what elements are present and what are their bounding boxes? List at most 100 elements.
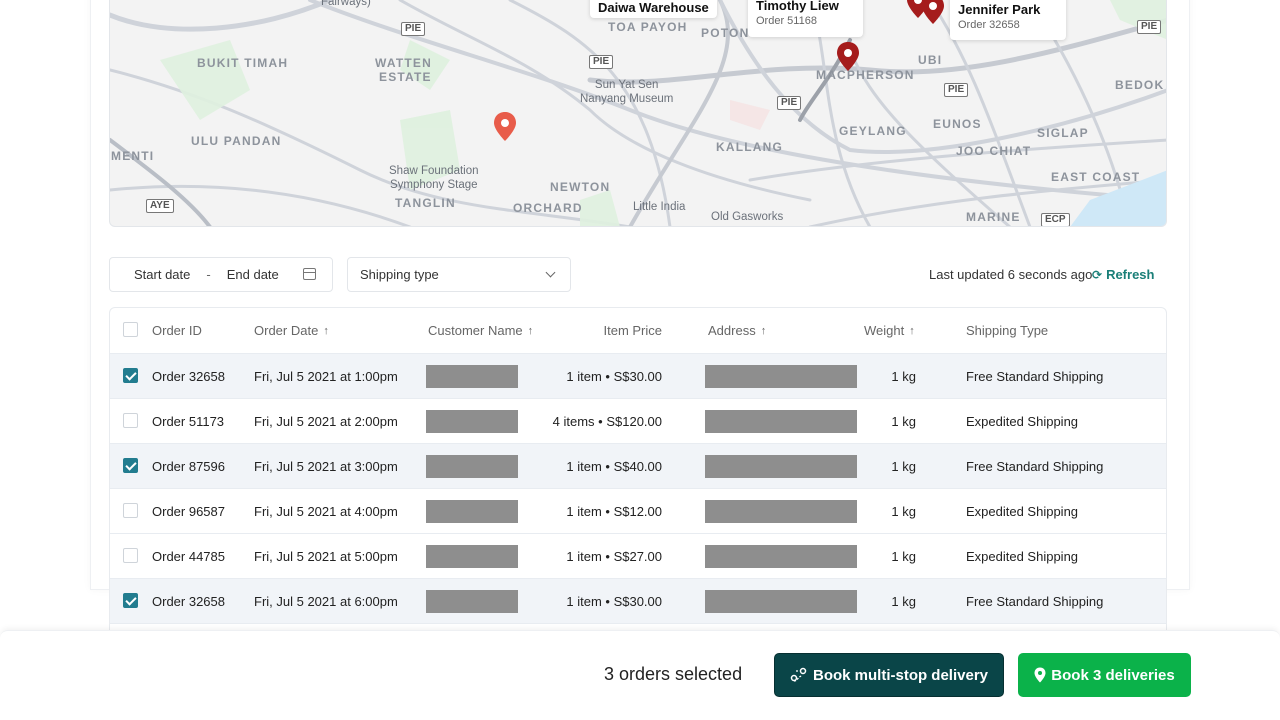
address-redacted: [705, 545, 857, 568]
column-label: Address: [708, 323, 756, 338]
column-label: Order ID: [152, 323, 202, 338]
row-checkbox[interactable]: [123, 593, 138, 608]
row-checkbox[interactable]: [123, 368, 138, 383]
map-area-label: TANGLIN: [395, 196, 456, 210]
table-header: Order ID Order Date ↑ Customer Name ↑ Item…: [110, 308, 1166, 353]
sort-arrow-icon: ↑: [527, 324, 534, 337]
column-weight[interactable]: Weight ↑: [864, 308, 915, 353]
customer-name-redacted: [426, 545, 518, 568]
road-shield-label: PIE: [777, 96, 802, 110]
map-poi-label: Shaw Foundation Symphony Stage: [389, 165, 479, 191]
road-shield-label: PIE: [1137, 20, 1162, 34]
customer-name-redacted: [426, 410, 518, 433]
select-all-checkbox[interactable]: [123, 322, 138, 337]
order-date: Fri, Jul 5 2021 at 3:00pm: [254, 458, 398, 474]
selected-count: 3 orders selected: [604, 664, 743, 684]
shipping-type: Expedited Shipping: [966, 548, 1079, 564]
table-row[interactable]: Order 51173 Fri, Jul 5 2021 at 2:00pm 4 it…: [110, 398, 1166, 443]
row-checkbox[interactable]: [123, 458, 138, 473]
road-shield-label: AYE: [146, 199, 174, 213]
weight: 1 kg: [891, 593, 916, 609]
road-shield-label: ECP: [1041, 213, 1070, 226]
map-area-label: UBI: [918, 53, 943, 67]
date-range-picker[interactable]: Start date - End date: [109, 257, 333, 292]
table-row[interactable]: Order 32658 Fri, Jul 5 2021 at 6:00pm 1 it…: [110, 578, 1166, 623]
orders-table: Order ID Order Date ↑ Customer Name ↑ Item…: [109, 307, 1167, 637]
table-row[interactable]: Order 44785 Fri, Jul 5 2021 at 5:00pm 1 it…: [110, 533, 1166, 578]
popup-name: Daiwa Warehouse: [598, 0, 709, 15]
date-separator: -: [206, 267, 211, 282]
road-shield-label: PIE: [944, 83, 969, 97]
map-area-label: ULU PANDAN: [191, 134, 282, 148]
order-date: Fri, Jul 5 2021 at 2:00pm: [254, 413, 398, 429]
stop-pin-icon[interactable]: [921, 0, 945, 26]
calendar-icon[interactable]: [303, 268, 316, 280]
item-price: 1 item • S$30.00: [566, 593, 662, 609]
column-shipping-type[interactable]: Shipping Type: [966, 308, 1048, 353]
weight: 1 kg: [891, 458, 916, 474]
start-date-input[interactable]: Start date: [134, 267, 190, 282]
order-date: Fri, Jul 5 2021 at 5:00pm: [254, 548, 398, 564]
refresh-button[interactable]: ⟳ Refresh: [1092, 267, 1154, 282]
order-date: Fri, Jul 5 2021 at 6:00pm: [254, 593, 398, 609]
sort-arrow-icon: ↑: [909, 324, 915, 337]
order-date: Fri, Jul 5 2021 at 1:00pm: [254, 368, 398, 384]
map-area-label: TOA PAYOH: [608, 20, 688, 34]
end-date-input[interactable]: End date: [227, 267, 279, 282]
refresh-icon: ⟳: [1092, 267, 1103, 282]
column-address[interactable]: Address ↑: [708, 308, 766, 353]
shipping-type-select[interactable]: Shipping type: [347, 257, 571, 292]
route-icon: [790, 667, 807, 682]
sort-arrow-icon: ↑: [323, 324, 329, 337]
order-id: Order 96587: [152, 503, 225, 519]
origin-pin-icon[interactable]: [493, 111, 517, 143]
customer-name-redacted: [426, 590, 518, 613]
column-label: Weight: [864, 323, 905, 338]
column-order-id[interactable]: Order ID: [152, 308, 202, 353]
address-redacted: [705, 500, 857, 523]
column-label: Order Date: [254, 323, 319, 338]
table-row[interactable]: Order 87596 Fri, Jul 5 2021 at 3:00pm 1 it…: [110, 443, 1166, 488]
shipping-type: Free Standard Shipping: [966, 593, 1104, 609]
weight: 1 kg: [891, 413, 916, 429]
order-id: Order 44785: [152, 548, 225, 564]
column-item-price[interactable]: Item Price: [603, 308, 662, 353]
stop-pin-icon[interactable]: [836, 41, 860, 73]
map-popup-warehouse[interactable]: Daiwa Warehouse: [590, 0, 717, 18]
order-id: Order 32658: [152, 368, 225, 384]
item-price: 1 item • S$12.00: [566, 503, 662, 519]
map-area-label: WATTEN: [375, 56, 432, 70]
weight: 1 kg: [891, 503, 916, 519]
book-deliveries-button[interactable]: Book 3 deliveries: [1018, 653, 1191, 697]
column-label: Customer Name: [428, 323, 523, 338]
map-area-label: SIGLAP: [1037, 126, 1089, 140]
address-redacted: [705, 410, 857, 433]
map-poi-label: Little India: [633, 201, 686, 213]
book-multi-stop-button[interactable]: Book multi-stop delivery: [774, 653, 1004, 697]
map-area-label: MARINE: [966, 210, 1021, 224]
order-id: Order 32658: [152, 593, 225, 609]
map-popup-stop[interactable]: Timothy Liew Order 51168: [748, 0, 863, 37]
column-order-date[interactable]: Order Date ↑: [254, 308, 329, 353]
popup-name: Timothy Liew: [756, 0, 839, 13]
table-row[interactable]: Order 96587 Fri, Jul 5 2021 at 4:00pm 1 it…: [110, 488, 1166, 533]
column-customer-name[interactable]: Customer Name ↑: [428, 308, 533, 353]
table-row[interactable]: Order 32658 Fri, Jul 5 2021 at 1:00pm 1 it…: [110, 353, 1166, 398]
map-area-label: JOO CHIAT: [956, 144, 1032, 158]
map-area-label: MENTI: [111, 149, 155, 163]
customer-name-redacted: [426, 500, 518, 523]
row-checkbox[interactable]: [123, 413, 138, 428]
shipping-type: Free Standard Shipping: [966, 458, 1104, 474]
row-checkbox[interactable]: [123, 503, 138, 518]
map-area-label: EUNOS: [933, 117, 982, 131]
order-date: Fri, Jul 5 2021 at 4:00pm: [254, 503, 398, 519]
map-area-label: GEYLANG: [839, 124, 907, 138]
map-poi-label: Sun Yat Sen Nanyang Museum: [580, 79, 674, 105]
delivery-map[interactable]: BUKIT TIMAH WATTEN ESTATE ULU PANDAN MENTI TA…: [109, 0, 1167, 227]
map-popup-stop[interactable]: Jennifer Park Order 32658: [950, 0, 1066, 40]
item-price: 1 item • S$30.00: [566, 368, 662, 384]
map-area-label: ORCHARD: [513, 201, 583, 215]
row-checkbox[interactable]: [123, 548, 138, 563]
item-price: 1 item • S$40.00: [566, 458, 662, 474]
road-shield-label: PIE: [401, 22, 426, 36]
